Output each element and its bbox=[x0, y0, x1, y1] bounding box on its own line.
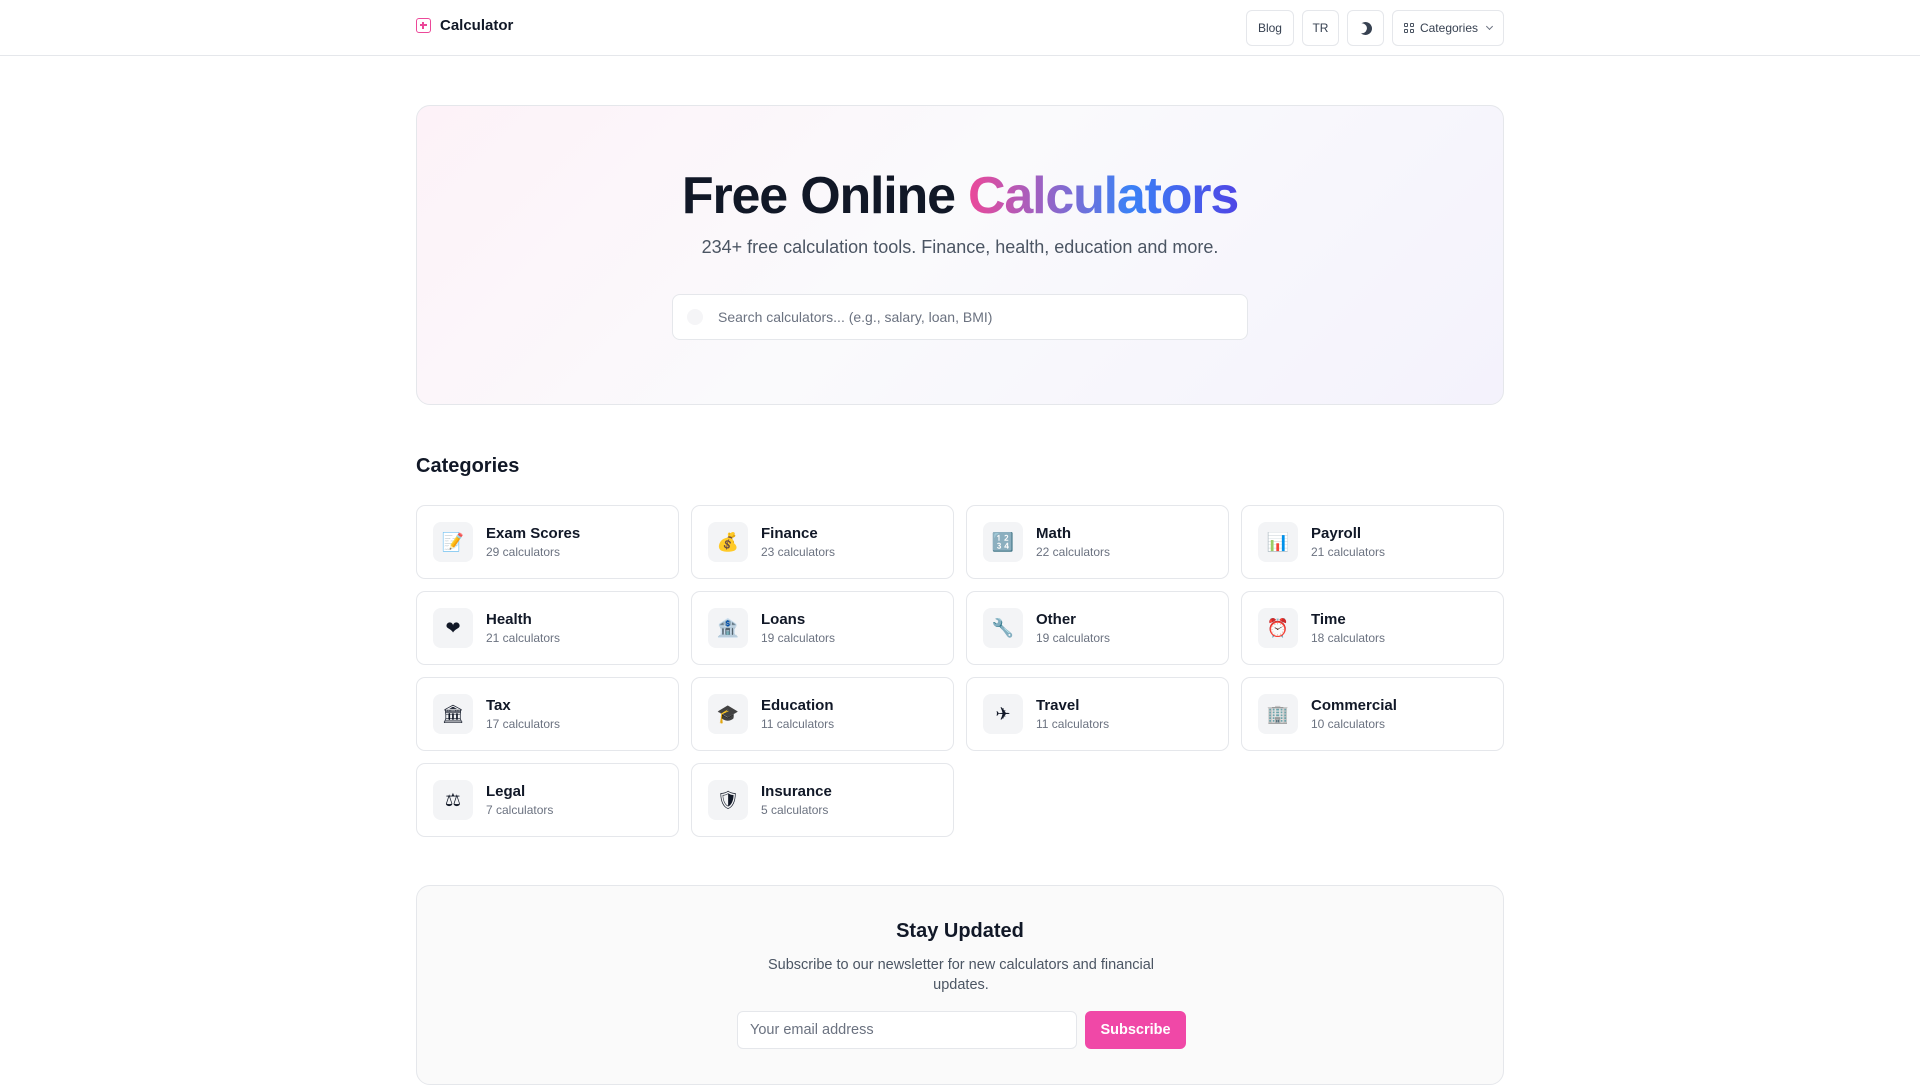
brand-link[interactable]: Calculator bbox=[416, 17, 513, 34]
category-commercial-icon: 🏢 bbox=[1258, 694, 1298, 734]
category-count: 11 calculators bbox=[1036, 716, 1110, 731]
navbar: Calculator Blog TR Categories bbox=[0, 0, 1920, 56]
category-count: 19 calculators bbox=[1036, 630, 1111, 645]
category-math-icon: 🔢 bbox=[983, 522, 1023, 562]
category-card-education[interactable]: 🎓 Education 11 calculators bbox=[691, 677, 954, 751]
category-text: Education 11 calculators bbox=[761, 696, 834, 733]
subscribe-button[interactable]: Subscribe bbox=[1085, 1011, 1186, 1049]
theme-toggle-button[interactable] bbox=[1346, 10, 1384, 46]
category-count: 22 calculators bbox=[1036, 544, 1111, 559]
category-travel-icon: ✈ bbox=[983, 694, 1023, 734]
category-count: 17 calculators bbox=[486, 716, 561, 731]
category-name: Tax bbox=[486, 696, 511, 714]
grid-icon bbox=[1403, 23, 1414, 33]
category-name: Commercial bbox=[1311, 696, 1397, 714]
category-exam-scores-icon: 📝 bbox=[433, 522, 473, 562]
category-card-travel[interactable]: ✈ Travel 11 calculators bbox=[966, 677, 1229, 751]
category-text: Finance 23 calculators bbox=[761, 524, 835, 561]
category-count: 21 calculators bbox=[1311, 544, 1386, 559]
brand-name: Calculator bbox=[440, 17, 514, 34]
category-name: Insurance bbox=[761, 782, 832, 800]
search-box bbox=[672, 294, 1248, 340]
category-legal-icon: ⚖ bbox=[433, 780, 473, 820]
moon-icon bbox=[1357, 19, 1375, 37]
category-name: Legal bbox=[486, 782, 526, 800]
category-card-math[interactable]: 🔢 Math 22 calculators bbox=[966, 505, 1229, 579]
category-text: Insurance 5 calculators bbox=[761, 782, 832, 819]
category-loans-icon: 🏦 bbox=[708, 608, 748, 648]
category-text: Commercial 10 calculators bbox=[1311, 696, 1397, 733]
language-button[interactable]: TR bbox=[1301, 10, 1339, 46]
category-name: Math bbox=[1036, 524, 1071, 542]
blog-button[interactable]: Blog bbox=[1245, 10, 1294, 46]
category-card-payroll[interactable]: 📊 Payroll 21 calculators bbox=[1241, 505, 1504, 579]
category-health-icon: ❤ bbox=[433, 608, 473, 648]
category-finance-icon: 💰 bbox=[708, 522, 748, 562]
newsletter-form: Subscribe bbox=[737, 1011, 1186, 1049]
category-name: Education bbox=[761, 696, 834, 714]
categories-grid: 📝 Exam Scores 29 calculators 💰 Finance 23 cal… bbox=[416, 505, 1504, 837]
hero-title-plain: Free Online bbox=[681, 167, 969, 225]
category-text: Exam Scores 29 calculators bbox=[486, 524, 580, 561]
category-education-icon: 🎓 bbox=[708, 694, 748, 734]
search-input[interactable] bbox=[718, 309, 1238, 325]
category-name: Health bbox=[486, 610, 532, 628]
category-count: 21 calculators bbox=[486, 630, 561, 645]
categories-dropdown-label: Categories bbox=[1419, 21, 1478, 35]
category-card-health[interactable]: ❤ Health 21 calculators bbox=[416, 591, 679, 665]
category-count: 18 calculators bbox=[1311, 630, 1386, 645]
hero-title-accent: Calculators bbox=[968, 167, 1239, 225]
category-name: Loans bbox=[761, 610, 806, 628]
category-card-legal[interactable]: ⚖ Legal 7 calculators bbox=[416, 763, 679, 837]
category-card-loans[interactable]: 🏦 Loans 19 calculators bbox=[691, 591, 954, 665]
calculator-plus-icon bbox=[416, 18, 431, 33]
category-name: Payroll bbox=[1311, 524, 1362, 542]
category-text: Payroll 21 calculators bbox=[1311, 524, 1385, 561]
category-time-icon: ⏰ bbox=[1258, 608, 1298, 648]
categories-dropdown-button[interactable]: Categories bbox=[1391, 10, 1504, 46]
hero-section: Free Online Calculators 234+ free calcul… bbox=[416, 105, 1504, 405]
category-card-time[interactable]: ⏰ Time 18 calculators bbox=[1241, 591, 1504, 665]
category-name: Travel bbox=[1036, 696, 1080, 714]
category-card-other[interactable]: 🔧 Other 19 calculators bbox=[966, 591, 1229, 665]
category-text: Health 21 calculators bbox=[486, 610, 560, 647]
category-name: Finance bbox=[761, 524, 818, 542]
category-tax-icon: 🏛 bbox=[433, 694, 473, 734]
categories-heading: Categories bbox=[416, 455, 520, 477]
category-name: Exam Scores bbox=[486, 524, 581, 542]
category-count: 10 calculators bbox=[1311, 716, 1386, 731]
category-text: Other 19 calculators bbox=[1036, 610, 1110, 647]
category-text: Math 22 calculators bbox=[1036, 524, 1110, 561]
category-count: 29 calculators bbox=[486, 544, 561, 559]
category-card-finance[interactable]: 💰 Finance 23 calculators bbox=[691, 505, 954, 579]
newsletter-description: Subscribe to our newsletter for new calc… bbox=[767, 957, 1155, 993]
category-text: Loans 19 calculators bbox=[761, 610, 835, 647]
category-other-icon: 🔧 bbox=[983, 608, 1023, 648]
hero-subtitle: 234+ free calculation tools. Finance, he… bbox=[701, 237, 1219, 257]
category-card-commercial[interactable]: 🏢 Commercial 10 calculators bbox=[1241, 677, 1504, 751]
category-text: Legal 7 calculators bbox=[486, 782, 553, 819]
category-name: Other bbox=[1036, 610, 1077, 628]
category-count: 19 calculators bbox=[761, 630, 836, 645]
newsletter-section: Stay Updated Subscribe to our newsletter… bbox=[416, 885, 1504, 1085]
hero-title: Free Online Calculators bbox=[417, 166, 1503, 226]
category-text: Tax 17 calculators bbox=[486, 696, 560, 733]
category-name: Time bbox=[1311, 610, 1346, 628]
category-insurance-icon: 🛡 bbox=[708, 780, 748, 820]
category-count: 23 calculators bbox=[761, 544, 836, 559]
newsletter-title: Stay Updated bbox=[896, 920, 1024, 942]
category-count: 11 calculators bbox=[761, 716, 835, 731]
category-count: 7 calculators bbox=[486, 802, 554, 817]
chevron-down-icon bbox=[1485, 22, 1494, 31]
nav-actions: Blog TR Categories bbox=[1245, 10, 1504, 46]
category-count: 5 calculators bbox=[761, 802, 829, 817]
email-field[interactable] bbox=[737, 1011, 1077, 1049]
category-card-insurance[interactable]: 🛡 Insurance 5 calculators bbox=[691, 763, 954, 837]
category-text: Time 18 calculators bbox=[1311, 610, 1385, 647]
category-payroll-icon: 📊 bbox=[1258, 522, 1298, 562]
category-card-tax[interactable]: 🏛 Tax 17 calculators bbox=[416, 677, 679, 751]
search-icon bbox=[687, 309, 703, 325]
category-text: Travel 11 calculators bbox=[1036, 696, 1109, 733]
category-card-exam-scores[interactable]: 📝 Exam Scores 29 calculators bbox=[416, 505, 679, 579]
